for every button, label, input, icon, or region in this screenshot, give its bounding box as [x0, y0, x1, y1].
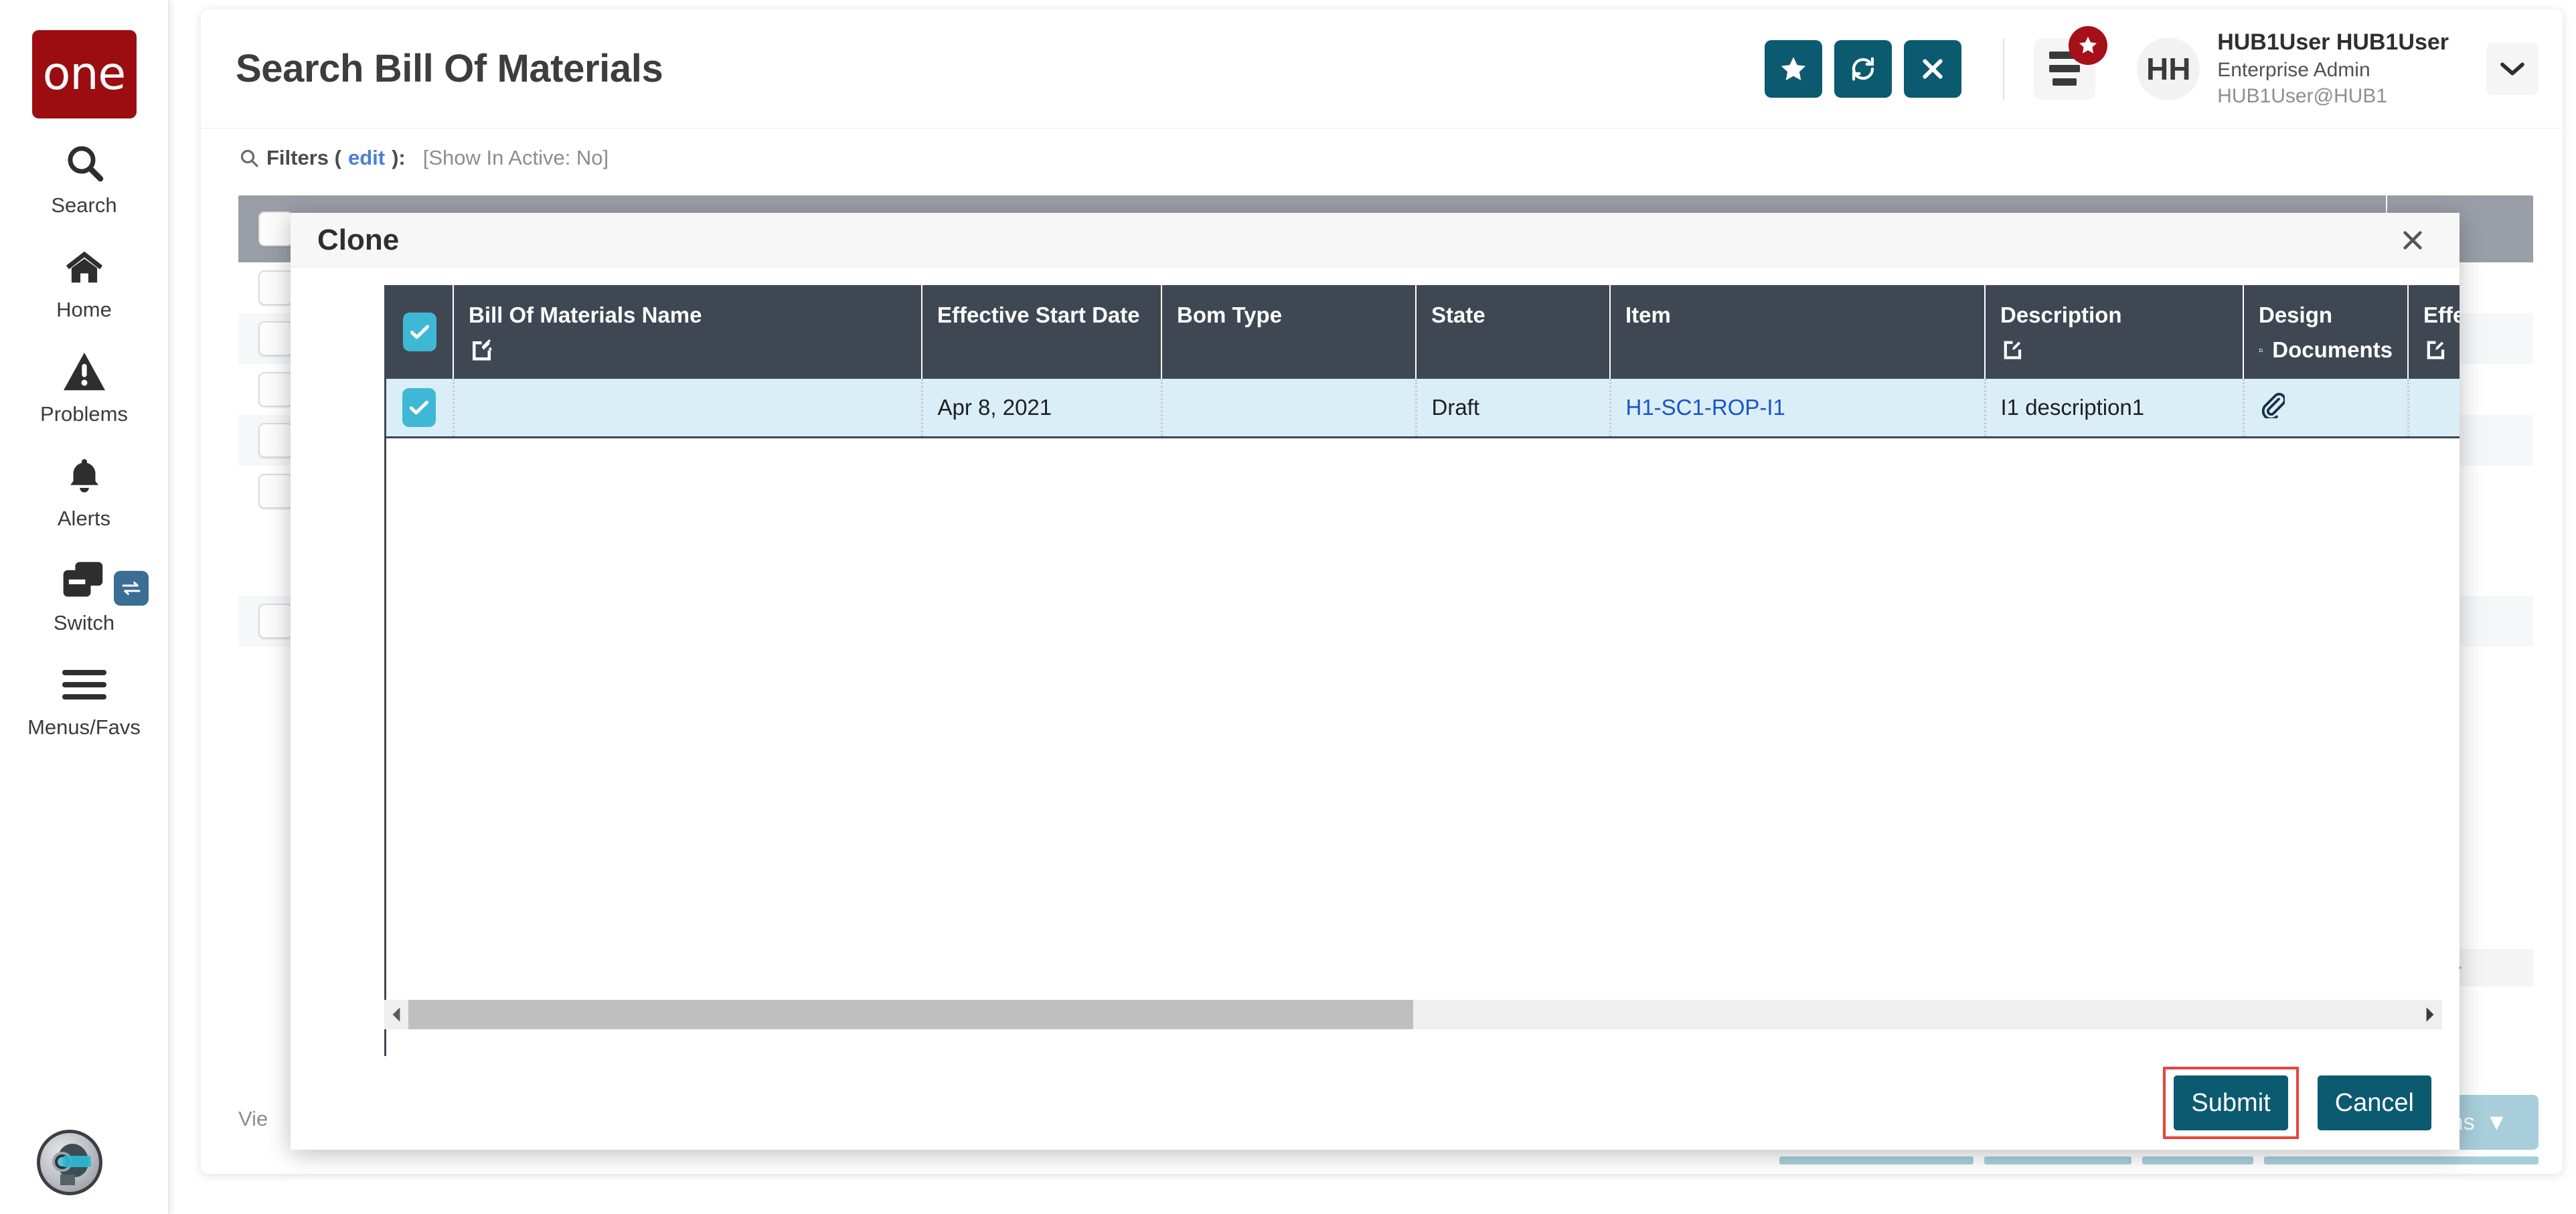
- cell-description[interactable]: I1 description1: [1985, 379, 2243, 438]
- column-header-design-documents[interactable]: Design Documents: [2243, 285, 2408, 379]
- scrollbar-thumb[interactable]: [408, 1000, 1413, 1029]
- modal-close-button[interactable]: [2393, 220, 2433, 260]
- edit-required-icon: [469, 337, 493, 361]
- column-edit-row: Documents: [2259, 337, 2393, 363]
- chevron-right-icon: [2424, 1006, 2436, 1023]
- paperclip-icon: [2259, 392, 2285, 418]
- item-link[interactable]: H1-SC1-ROP-I1: [1626, 395, 1785, 420]
- column-edit-required-row: [469, 337, 906, 361]
- modal-title: Clone: [317, 224, 399, 257]
- column-header-effective-end-date[interactable]: Effective End D: [2408, 285, 2460, 379]
- column-title: Description: [2000, 302, 2228, 328]
- column-title: Design: [2259, 302, 2393, 328]
- chevron-left-icon: [390, 1006, 402, 1023]
- submit-button[interactable]: Submit: [2174, 1075, 2287, 1130]
- select-all-checkbox[interactable]: [403, 313, 436, 351]
- column-title: Effective End D: [2423, 302, 2460, 328]
- column-header-bom-type[interactable]: Bom Type: [1161, 285, 1416, 379]
- select-all-header-cell[interactable]: [386, 285, 453, 379]
- clone-grid-wrapper: Bill Of Materials Name: [384, 285, 2442, 1056]
- column-edit-row: [2423, 337, 2460, 360]
- modal-header: Clone: [291, 213, 2460, 268]
- check-icon: [410, 323, 430, 341]
- modal-footer: Submit Cancel: [291, 1056, 2460, 1150]
- clone-grid-header-row: Bill Of Materials Name: [386, 285, 2460, 379]
- scroll-right-button[interactable]: [2418, 1000, 2442, 1029]
- cell-bill-of-materials-name[interactable]: [453, 379, 922, 438]
- cell-item[interactable]: H1-SC1-ROP-I1: [1610, 379, 1985, 438]
- column-title: State: [1431, 302, 1595, 328]
- column-title: Effective Start Date: [937, 302, 1146, 328]
- clone-modal: Clone: [291, 213, 2460, 1150]
- column-header-description[interactable]: Description: [1985, 285, 2243, 379]
- column-header-effective-start-date[interactable]: Effective Start Date: [922, 285, 1161, 379]
- cell-effective-start-date[interactable]: Apr 8, 2021: [922, 379, 1161, 438]
- scroll-left-button[interactable]: [384, 1000, 408, 1029]
- horizontal-scrollbar[interactable]: [384, 1000, 2442, 1029]
- edit-icon: [2000, 337, 2023, 360]
- cell-effective-end-date[interactable]: [2408, 379, 2460, 438]
- x-icon: [2399, 226, 2427, 254]
- column-header-state[interactable]: State: [1416, 285, 1610, 379]
- column-title: Bill Of Materials Name: [469, 302, 906, 328]
- edit-icon: [2259, 339, 2263, 361]
- column-title: Bom Type: [1177, 302, 1400, 328]
- row-select-cell[interactable]: [386, 379, 453, 438]
- column-title: Item: [1625, 302, 1969, 328]
- clone-grid: Bill Of Materials Name: [386, 285, 2460, 438]
- column-edit-row: [2000, 337, 2228, 360]
- application-window: one Search Home: [0, 0, 2576, 1214]
- column-header-bill-of-materials-name[interactable]: Bill Of Materials Name: [453, 285, 922, 379]
- scrollbar-track[interactable]: [408, 1000, 2418, 1029]
- cancel-button[interactable]: Cancel: [2318, 1075, 2431, 1130]
- row-checkbox[interactable]: [402, 388, 436, 427]
- submit-button-highlight: Submit: [2163, 1067, 2298, 1139]
- modal-body: Bill Of Materials Name: [291, 268, 2460, 1056]
- cell-design-documents[interactable]: [2243, 379, 2408, 438]
- check-icon: [409, 399, 429, 416]
- column-subtitle: Documents: [2272, 337, 2393, 363]
- column-header-item[interactable]: Item: [1610, 285, 1985, 379]
- cell-bom-type[interactable]: [1161, 379, 1416, 438]
- table-row[interactable]: Apr 8, 2021 Draft H1-SC1-ROP-I1 I1 descr…: [386, 379, 2460, 438]
- edit-icon: [2423, 337, 2446, 360]
- cell-state: Draft: [1416, 379, 1610, 438]
